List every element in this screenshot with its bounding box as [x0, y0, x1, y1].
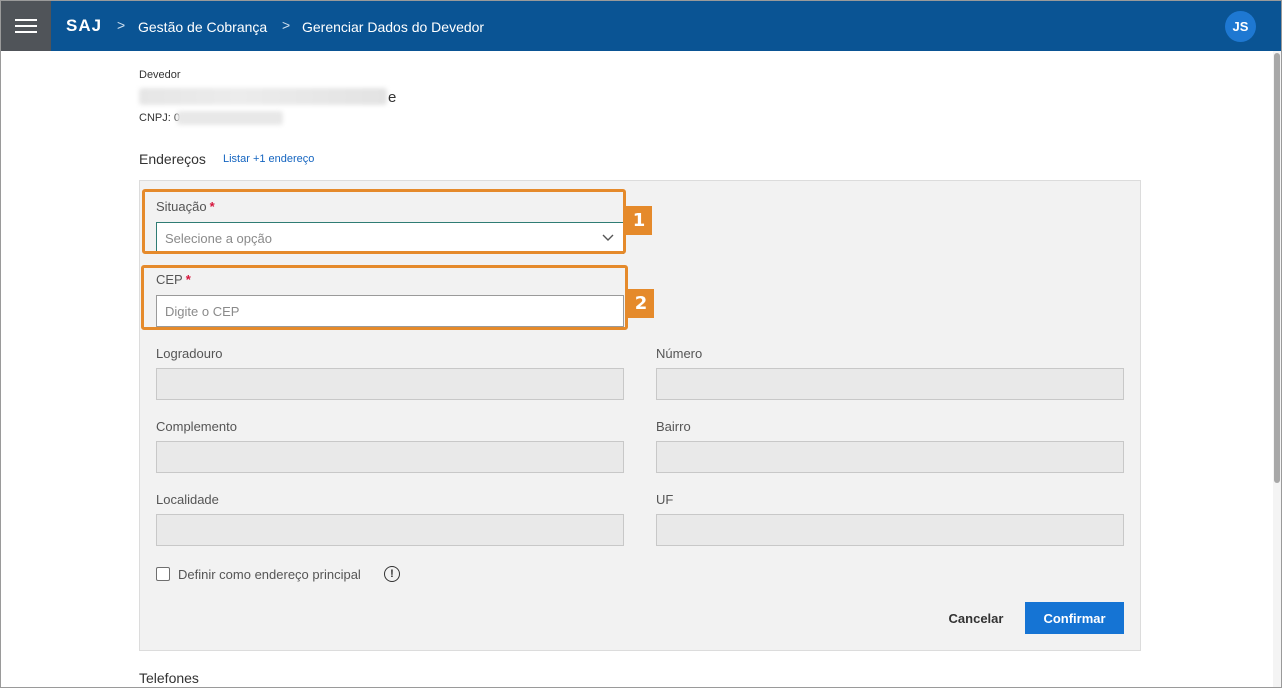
brand-logo[interactable]: SAJ — [66, 16, 102, 36]
breadcrumb-separator: > — [282, 17, 291, 33]
logradouro-input — [156, 368, 624, 400]
confirm-button[interactable]: Confirmar — [1025, 602, 1124, 634]
addresses-title: Endereços — [139, 151, 206, 167]
callout-number-1: 1 — [626, 206, 652, 235]
scrollbar-thumb[interactable] — [1274, 53, 1280, 483]
top-bar: SAJ > Gestão de Cobrança > Gerenciar Dad… — [1, 1, 1281, 51]
cnpj-redacted — [177, 111, 283, 125]
bairro-input — [656, 441, 1124, 473]
cancel-button[interactable]: Cancelar — [937, 602, 1015, 634]
breadcrumb-current-page: Gerenciar Dados do Devedor — [302, 19, 485, 35]
hamburger-menu-icon[interactable] — [1, 1, 51, 51]
debtor-name-tail: e — [388, 89, 397, 106]
list-addresses-link[interactable]: Listar +1 endereço — [223, 153, 314, 165]
logradouro-label: Logradouro — [156, 346, 223, 361]
numero-input — [656, 368, 1124, 400]
localidade-label: Localidade — [156, 492, 219, 507]
callout-number-2: 2 — [628, 289, 654, 318]
main-address-checkbox[interactable] — [156, 567, 170, 581]
complemento-input — [156, 441, 624, 473]
breadcrumb-gestao-cobranca[interactable]: Gestão de Cobrança — [138, 19, 267, 35]
debtor-name-redacted — [139, 88, 387, 105]
localidade-input — [156, 514, 624, 546]
debtor-label: Devedor — [139, 69, 181, 81]
callout-box-2 — [141, 265, 628, 330]
info-circle-icon[interactable]: ! — [384, 566, 400, 582]
app-window: SAJ > Gestão de Cobrança > Gerenciar Dad… — [0, 0, 1282, 688]
phones-title: Telefones — [139, 670, 199, 686]
breadcrumb-separator: > — [117, 17, 126, 33]
main-address-checkbox-label[interactable]: Definir como endereço principal — [178, 567, 361, 582]
callout-box-1 — [142, 189, 626, 254]
numero-label: Número — [656, 346, 703, 361]
uf-label: UF — [656, 492, 674, 507]
user-avatar[interactable]: JS — [1225, 11, 1256, 42]
bairro-label: Bairro — [656, 419, 691, 434]
uf-input — [656, 514, 1124, 546]
complemento-label: Complemento — [156, 419, 237, 434]
cnpj-label: CNPJ: 0 — [139, 112, 180, 124]
